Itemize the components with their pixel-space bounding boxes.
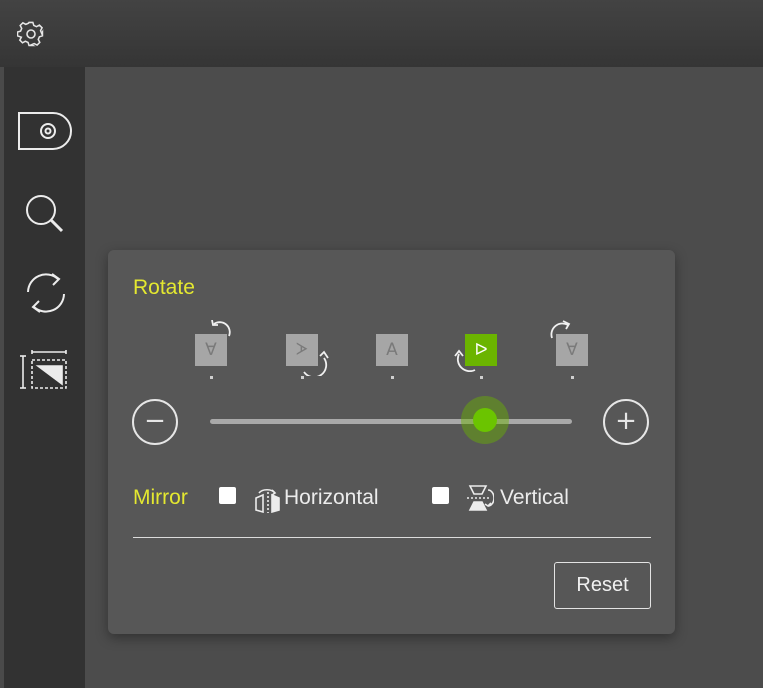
reset-button[interactable]: Reset [554, 562, 651, 609]
rotate-panel: Rotate ∀ ᗆ A ᐅ ∀ − + Mirror Horizontal V… [108, 250, 675, 634]
magnifier-icon[interactable] [24, 193, 68, 237]
top-bar [0, 0, 763, 67]
preset-box: ∀ [195, 334, 227, 366]
rotate-cw-arrow-icon [303, 350, 329, 376]
rotate-cw-arrow-icon [550, 320, 571, 339]
rotate-icon[interactable] [22, 270, 70, 316]
mirror-vertical-label[interactable]: Vertical [500, 486, 569, 510]
mirror-horizontal-label[interactable]: Horizontal [284, 486, 379, 510]
rotate-increase-button[interactable]: + [603, 399, 649, 445]
crop-icon[interactable] [20, 350, 70, 392]
rotate-decrease-button[interactable]: − [132, 399, 178, 445]
mirror-vertical-checkbox[interactable] [432, 487, 449, 504]
gear-icon[interactable] [17, 20, 45, 48]
mirror-label: Mirror [133, 486, 188, 509]
mirror-horizontal-checkbox[interactable] [219, 487, 236, 504]
flip-horizontal-icon [255, 488, 280, 513]
rotate-slider-track[interactable] [210, 419, 572, 424]
disc-icon[interactable] [18, 112, 72, 150]
divider [133, 537, 651, 538]
preset-box: A [376, 334, 408, 366]
rotate-title: Rotate [133, 276, 195, 299]
sidebar [4, 67, 85, 688]
rotate-ccw-arrow-icon [211, 320, 231, 337]
rotate-slider-thumb[interactable] [473, 408, 498, 432]
flip-vertical-icon [467, 485, 494, 511]
rotate-ccw-arrow-icon [454, 349, 476, 372]
